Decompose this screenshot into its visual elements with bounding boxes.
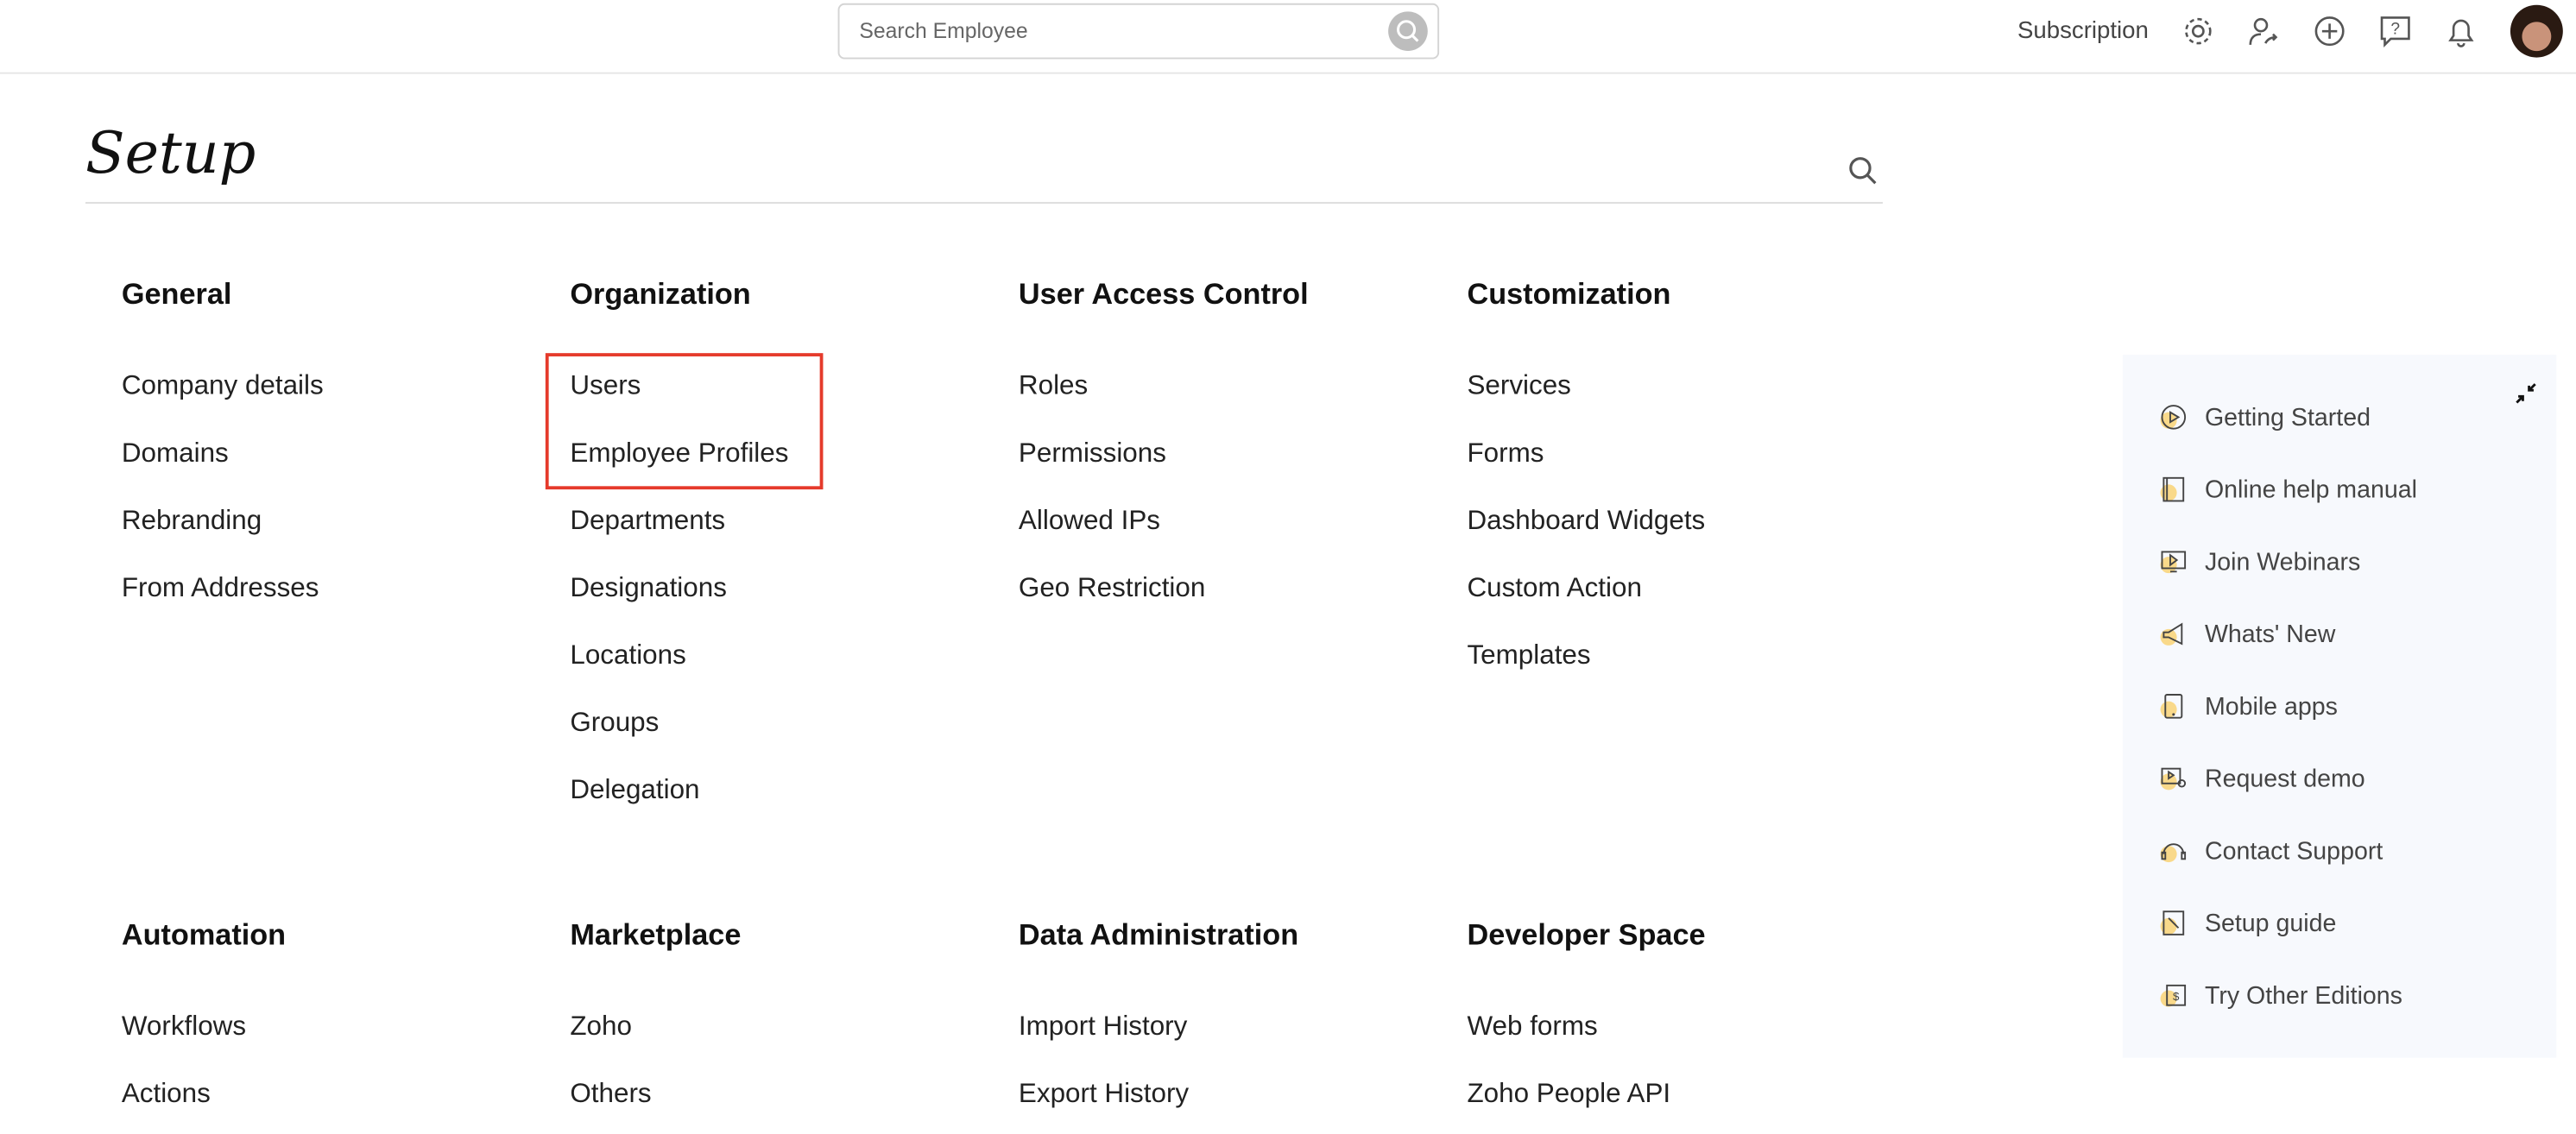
section-title: Marketplace [570,917,742,951]
setup-link-custom-action[interactable]: Custom Action [1467,565,1894,633]
help-item-setup-guide[interactable]: Setup guide [2159,904,2337,943]
mobile-apps-icon [2160,694,2183,719]
setup-link-allowed-ips[interactable]: Allowed IPs [1019,498,1446,565]
join-webinars-icon [2160,551,2187,574]
contact-support-icon [2160,843,2187,863]
help-item-request-demo[interactable]: Request demo [2159,759,2365,798]
help-item-join-webinars[interactable]: Join Webinars [2159,542,2361,582]
setup-link-others[interactable]: Others [570,1071,997,1134]
setup-link-groups[interactable]: Groups [570,700,997,767]
add-icon[interactable] [2312,13,2348,49]
setup-link-roles[interactable]: Roles [1019,363,1446,431]
svg-text:$: $ [2173,990,2180,1003]
search-icon [1397,20,1419,42]
section-title: Automation [121,917,287,951]
help-item-mobile-apps[interactable]: Mobile apps [2159,686,2338,726]
setup-link-domains[interactable]: Domains [122,431,549,498]
help-icon[interactable]: ? [2377,13,2414,49]
search-input[interactable] [856,16,1389,45]
help-item-online-help-manual[interactable]: Online help manual [2159,469,2417,509]
help-item-label: Contact Support [2204,836,2383,865]
settings-icon[interactable] [2180,13,2216,49]
bell-icon[interactable] [2443,13,2479,49]
help-item-label: Join Webinars [2204,547,2361,576]
setup-link-zoho-people-api[interactable]: Zoho People API [1467,1071,1894,1134]
setup-link-dashboard-widgets[interactable]: Dashboard Widgets [1467,498,1894,565]
setup-link-actions[interactable]: Actions [122,1071,549,1134]
highlight-box [545,353,824,490]
setup-link-departments[interactable]: Departments [570,498,997,565]
search-icon[interactable] [1847,154,1879,187]
top-bar: Subscription ? [0,0,2576,74]
search-employee-field[interactable] [837,3,1440,60]
user-switch-icon[interactable] [2246,13,2282,49]
search-button[interactable] [1388,11,1428,51]
help-panel: Getting Started Online help manual Join We… [2122,355,2557,1058]
help-item-label: Mobile apps [2204,692,2338,721]
setup-link-locations[interactable]: Locations [570,633,997,700]
help-item-getting-started[interactable]: Getting Started [2159,398,2371,438]
svg-text:?: ? [2390,21,2400,39]
help-item-label: Setup guide [2204,909,2337,937]
help-item-label: Whats' New [2204,620,2336,648]
whats-new-icon [2160,622,2183,646]
divider [85,202,1883,204]
section-general: General Company details Domains Rebranding F… [122,271,549,633]
setup-link-delegation[interactable]: Delegation [570,767,997,835]
setup-link-permissions[interactable]: Permissions [1019,431,1446,498]
section-developer-space: Developer Space Web forms Zoho People API [1467,911,1894,1134]
setup-link-forms[interactable]: Forms [1467,431,1894,498]
collapse-icon[interactable] [2514,381,2539,406]
subscription-link[interactable]: Subscription [2017,18,2149,44]
setup-link-rebranding[interactable]: Rebranding [122,498,549,565]
help-item-try-other-editions[interactable]: $ Try Other Editions [2159,975,2402,1015]
setup-link-services[interactable]: Services [1467,363,1894,431]
help-item-label: Getting Started [2204,403,2371,432]
help-item-label: Try Other Editions [2204,981,2402,1010]
help-item-label: Request demo [2204,764,2365,793]
setup-link-designations[interactable]: Designations [570,565,997,633]
section-title: General [121,277,232,311]
section-automation: Automation Workflows Actions [122,911,549,1134]
help-item-label: Online help manual [2204,475,2417,504]
setup-link-export-history[interactable]: Export History [1019,1071,1446,1134]
avatar[interactable] [2510,4,2563,58]
section-title: Developer Space [1467,917,1706,951]
setup-link-workflows[interactable]: Workflows [122,1004,549,1071]
section-user-access-control: User Access Control Roles Permissions Allow… [1019,271,1446,633]
try-other-editions-icon: $ [2160,984,2187,1007]
setup-guide-icon [2160,910,2185,936]
setup-link-zoho[interactable]: Zoho [570,1004,997,1071]
section-marketplace: Marketplace Zoho Others [570,911,997,1134]
setup-link-import-history[interactable]: Import History [1019,1004,1446,1071]
help-item-whats-new[interactable]: Whats' New [2159,614,2336,654]
setup-link-from-addresses[interactable]: From Addresses [122,565,549,633]
section-title: Organization [570,277,751,311]
help-item-contact-support[interactable]: Contact Support [2159,831,2383,871]
online-help-manual-icon [2160,476,2185,502]
setup-link-geo-restriction[interactable]: Geo Restriction [1019,565,1446,633]
section-data-administration: Data Administration Import History Export … [1019,911,1446,1134]
setup-link-templates[interactable]: Templates [1467,633,1894,700]
page-title: Setup [85,121,256,187]
request-demo-icon [2160,767,2187,791]
section-title: User Access Control [1018,277,1309,311]
section-title: Customization [1467,277,1671,311]
section-title: Data Administration [1018,917,1299,951]
section-customization: Customization Services Forms Dashboard Widg… [1467,271,1894,700]
getting-started-icon [2160,405,2187,430]
setup-link-web-forms[interactable]: Web forms [1467,1004,1894,1071]
setup-link-company-details[interactable]: Company details [122,363,549,431]
